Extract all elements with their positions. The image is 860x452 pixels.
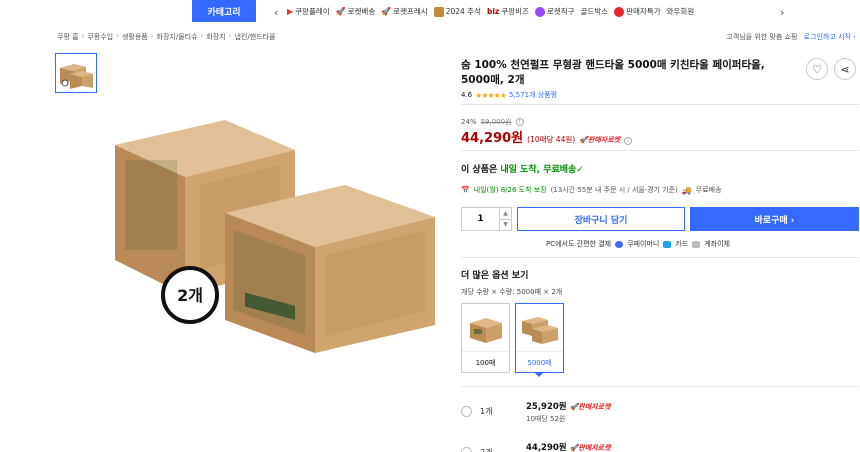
truck-icon: 🚚 (681, 185, 692, 195)
nav-item-chuseok[interactable]: 2024 추석 (433, 6, 481, 17)
login-link[interactable]: 로그인하고 시작 › (804, 33, 856, 41)
card-icon (663, 240, 672, 248)
nav-prev-icon[interactable]: ‹ (274, 6, 278, 19)
divider (461, 150, 859, 151)
quantity-badge: 2개 (161, 266, 219, 324)
sale-price: 44,290원 (461, 131, 524, 146)
add-to-cart-button[interactable]: 장바구니 담기 (517, 207, 685, 231)
nav-items: ▶ 쿠팡플레이 🚀 로켓배송 🚀 로켓프레시 2024 추석 biz 쿠팡비즈 (287, 6, 694, 17)
rating-row: 4.6 ★★★★★ 5,571개 상품평 (461, 90, 859, 100)
delivery-detail: (13시간 55분 내 주문 시 / 서울·경기 기준) (550, 186, 678, 194)
nav-item-rocket-fresh[interactable]: 🚀 로켓프레시 (381, 6, 427, 17)
discount-rate: 24% (461, 118, 477, 126)
breadcrumb: 쿠팡 홈 › 쿠팡수입 › 생활용품 › 화장지/물티슈 › 화장지 › 냅킨/핸드타올 (57, 32, 276, 42)
rocket-icon: 🚀 (335, 7, 346, 16)
login-promo: 고객님을 위한 맞춤 쇼핑 로그인하고 시작 › (726, 33, 856, 41)
unit-price: (10매당 44원) (527, 135, 576, 144)
rocket-fresh-icon: 🚀 (381, 7, 392, 16)
product-page: 카테고리 ‹ ▶ 쿠팡플레이 🚀 로켓배송 🚀 로켓프레시 2024 추석 bi… (0, 0, 860, 452)
svg-text:2개: 2개 (177, 286, 203, 305)
free-shipping: 무료배송 (695, 186, 722, 194)
delivery-row: 📅 내일(월) 8/26 도착 보장 (13시간 55분 내 주문 시 / 서울… (461, 185, 722, 195)
info-icon[interactable]: i (624, 137, 633, 145)
option-image (522, 317, 558, 344)
product-title: 숨 100% 천연펄프 무형광 핸드타올 5000매 키친타올 페이퍼타올, 5… (461, 59, 765, 86)
original-price: 59,000원 (480, 118, 512, 126)
bundle-option-row[interactable]: 2개 44,290원 🚀판매자로켓 (461, 441, 859, 452)
breadcrumb-item[interactable]: 쿠팡 홈 (57, 32, 79, 42)
nav-item-rocket-global[interactable]: 로켓직구 (534, 6, 575, 17)
product-info: 숨 100% 천연펄프 무형광 핸드타올 5000매 키친타올 페이퍼타올, 5… (461, 58, 859, 100)
heart-icon: ♡ (812, 62, 822, 76)
check-icon: ✓ (576, 165, 584, 175)
info-icon[interactable]: i (515, 118, 524, 126)
seller-rocket-badge: 🚀판매자로켓 (579, 136, 621, 144)
seller-deal-icon (614, 6, 625, 17)
nav-next-icon[interactable]: › (780, 6, 784, 19)
arrival-info: 이 상품은 내일 도착, 무료배송✓ (461, 165, 584, 175)
payment-methods: PC에서도 간편한 결제 쿠페이머니 카드 계좌이체 (546, 240, 730, 248)
nav-item-goldbox[interactable]: 골드박스 (581, 6, 609, 17)
rocket-global-icon (534, 6, 545, 17)
share-icon: ⋖ (840, 62, 850, 76)
product-main-image: 2개 (115, 120, 435, 353)
divider (461, 386, 859, 387)
quantity-input[interactable]: 1 (462, 208, 499, 230)
quantity-stepper[interactable]: 1 ▲ ▼ (461, 207, 512, 231)
radio-button[interactable] (461, 447, 472, 452)
review-count-link[interactable]: 5,571개 상품평 (509, 90, 557, 100)
coupay-icon (615, 240, 624, 248)
option-card-100[interactable]: 100매 (461, 303, 510, 373)
box-front (225, 185, 435, 353)
seller-rocket-badge: 🚀판매자로켓 (569, 403, 611, 411)
option-card-5000[interactable]: 5000매 (515, 303, 564, 373)
nav-item-biz[interactable]: biz 쿠팡비즈 (487, 6, 529, 17)
rating-value: 4.6 (461, 91, 473, 99)
breadcrumb-item[interactable]: 쿠팡수입 (87, 32, 113, 42)
radio-button[interactable] (461, 406, 472, 417)
wishlist-button[interactable]: ♡ (806, 58, 828, 80)
chuseok-gift-icon (433, 6, 444, 17)
seller-rocket-badge: 🚀판매자로켓 (569, 444, 611, 452)
top-nav: 카테고리 ‹ ▶ 쿠팡플레이 🚀 로켓배송 🚀 로켓프레시 2024 추석 bi… (0, 0, 860, 28)
breadcrumb-item[interactable]: 생활용품 (122, 32, 148, 42)
calendar-icon: 📅 (461, 186, 470, 194)
discount-row: 24% 59,000원 i (461, 117, 524, 127)
nav-item-coupang-play[interactable]: ▶ 쿠팡플레이 (287, 6, 330, 17)
category-button[interactable]: 카테고리 (192, 0, 256, 22)
nav-item-wow[interactable]: 와우회원 (667, 6, 695, 17)
nav-item-rocket[interactable]: 🚀 로켓배송 (336, 6, 376, 17)
breadcrumb-item[interactable]: 화장지 (206, 32, 225, 42)
product-thumbnail[interactable] (55, 53, 97, 93)
divider (461, 104, 859, 105)
price-row: 44,290원 (10매당 44원) 🚀판매자로켓 i (461, 127, 633, 146)
nav-item-seller-deal[interactable]: 판매자특가 (614, 6, 661, 17)
biz-icon: biz (486, 7, 500, 16)
increase-icon[interactable]: ▲ (500, 208, 511, 220)
buy-now-button[interactable]: 바로구매 › (690, 207, 859, 231)
delivery-date: 내일(월) 8/26 도착 보장 (473, 186, 547, 194)
breadcrumb-item[interactable]: 화장지/물티슈 (157, 32, 198, 42)
selected-pointer (535, 373, 543, 377)
more-options-title: 더 많은 옵션 보기 (461, 271, 529, 281)
divider (461, 257, 859, 258)
option-image (470, 318, 502, 343)
decrease-icon[interactable]: ▼ (500, 220, 511, 231)
coupang-play-icon: ▶ (287, 7, 294, 16)
breadcrumb-item[interactable]: 냅킨/핸드타올 (234, 32, 275, 42)
option-info: 개당 수량 × 수량: 5000매 × 2개 (461, 288, 563, 296)
star-icon: ★★★★★ (475, 90, 507, 100)
bank-icon (692, 240, 701, 248)
share-button[interactable]: ⋖ (834, 58, 856, 80)
bundle-option-row[interactable]: 1개 25,920원 🚀판매자로켓 10매당 52원 (461, 400, 859, 426)
